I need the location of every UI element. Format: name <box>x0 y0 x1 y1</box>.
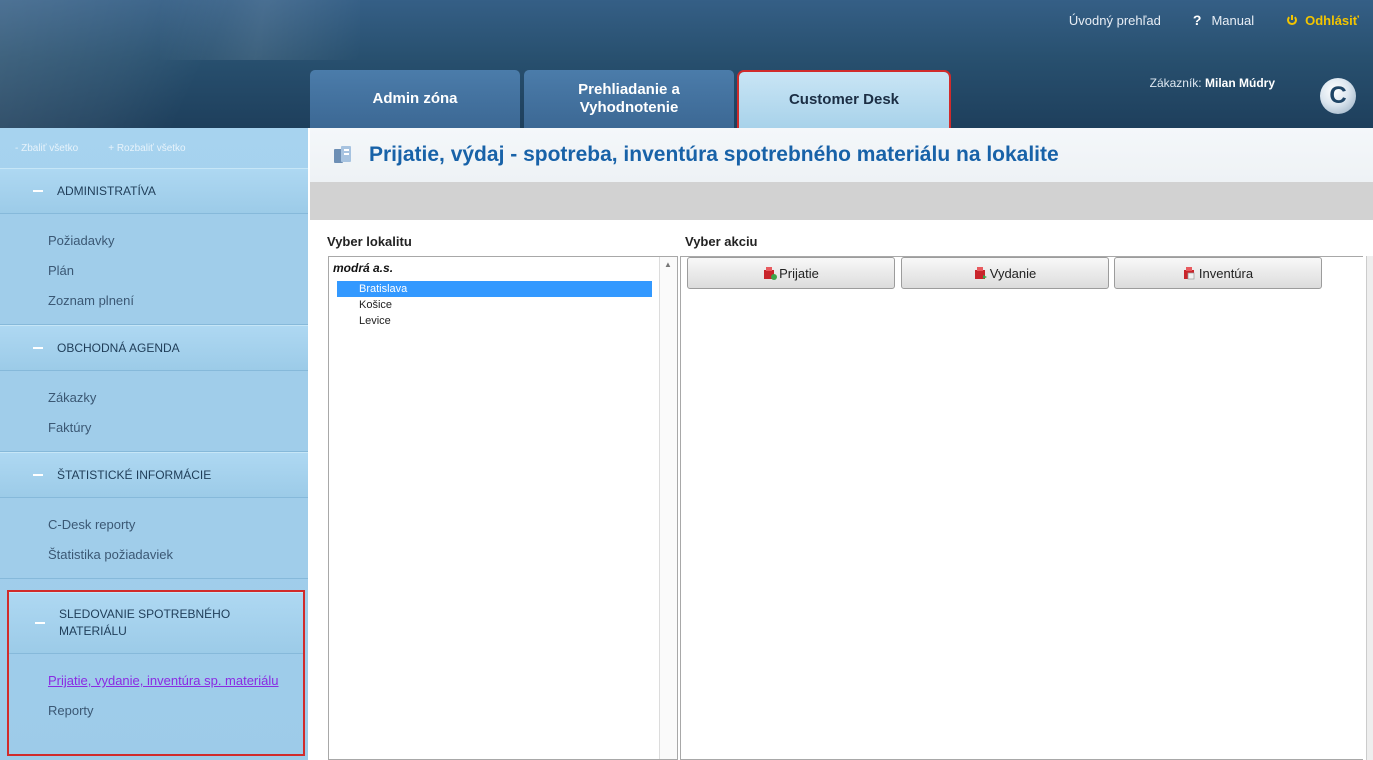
location-tree[interactable]: modrá a.s. Bratislava Košice Levice ▲ <box>328 256 678 760</box>
sidebar: - Zbaliť všetko + Rozbaliť všetko ADMINI… <box>0 128 308 760</box>
vydanie-label: Vydanie <box>989 265 1037 281</box>
header: Úvodný prehľad ? Manual Odhlásiť Admin z… <box>0 0 1373 128</box>
scroll-up-icon[interactable]: ▲ <box>664 260 672 269</box>
manual-label: Manual <box>1211 12 1255 28</box>
sidebar-item-statistika-poziadaviek[interactable]: Štatistika požiadaviek <box>48 540 308 570</box>
sidebar-group-title-2: MATERIÁLU <box>59 624 127 638</box>
customer-prefix: Zákazník: <box>1149 76 1202 90</box>
tab-prehliadanie[interactable]: Prehliadanie a Vyhodnotenie <box>524 70 734 128</box>
customer-info: Zákazník: Milan Múdry <box>1150 76 1275 90</box>
inventory-icon <box>1183 266 1197 280</box>
sidebar-item-zakazky[interactable]: Zákazky <box>48 383 308 413</box>
tree-node-levice[interactable]: Levice <box>337 313 652 329</box>
tree-node-kosice[interactable]: Košice <box>337 297 652 313</box>
tree-node-bratislava[interactable]: Bratislava <box>337 281 652 297</box>
sidebar-item-faktury[interactable]: Faktúry <box>48 413 308 443</box>
sidebar-item-reporty[interactable]: Reporty <box>48 696 303 726</box>
expand-all-link[interactable]: + Rozbaliť všetko <box>108 143 185 154</box>
page-icon <box>332 144 354 166</box>
actions-panel: Prijatie Vydanie Inventúra <box>680 256 1363 760</box>
app-logo: C <box>1320 78 1356 114</box>
sidebar-group-obchodna-agenda[interactable]: OBCHODNÁ AGENDA <box>0 325 308 371</box>
title-bar: Prijatie, výdaj - spotreba, inventúra sp… <box>310 128 1373 182</box>
collapse-dash-icon <box>33 347 43 349</box>
logout-label: Odhlásiť <box>1305 12 1359 28</box>
logout-link[interactable]: Odhlásiť <box>1286 13 1359 28</box>
collapse-dash-icon <box>33 474 43 476</box>
inventura-button[interactable]: Inventúra <box>1114 257 1322 289</box>
sidebar-toggles: - Zbaliť všetko + Rozbaliť všetko <box>0 128 308 168</box>
collapse-all-link[interactable]: - Zbaliť všetko <box>15 143 78 154</box>
sidebar-group-items: Požiadavky Plán Zoznam plnení <box>0 214 308 325</box>
sidebar-item-poziadavky[interactable]: Požiadavky <box>48 226 308 256</box>
sidebar-item-plan[interactable]: Plán <box>48 256 308 286</box>
tab-prehliadanie-label-2: Vyhodnotenie <box>579 99 679 116</box>
vydanie-button[interactable]: Vydanie <box>901 257 1109 289</box>
prijatie-button[interactable]: Prijatie <box>687 257 895 289</box>
header-decoration-2 <box>160 0 360 60</box>
inventura-label: Inventúra <box>1198 265 1254 281</box>
manual-link[interactable]: ? Manual <box>1193 12 1254 28</box>
sidebar-group-sledovanie-highlight: SLEDOVANIE SPOTREBNÉHO MATERIÁLU Prijati… <box>7 590 305 756</box>
tab-admin-zona[interactable]: Admin zóna <box>310 70 520 128</box>
question-icon: ? <box>1192 12 1202 28</box>
tree-org-node[interactable]: modrá a.s. <box>333 261 393 275</box>
tab-prehliadanie-label-1: Prehliadanie a <box>578 81 680 98</box>
sidebar-group-administrativa[interactable]: ADMINISTRATÍVA <box>0 168 308 214</box>
tab-customer-desk[interactable]: Customer Desk <box>739 72 949 128</box>
action-label: Vyber akciu <box>685 234 758 249</box>
sidebar-group-items: Prijatie, vydanie, inventúra sp. materiá… <box>9 654 303 734</box>
sidebar-group-sledovanie[interactable]: SLEDOVANIE SPOTREBNÉHO MATERIÁLU <box>9 592 303 654</box>
sidebar-group-statisticke-informacie[interactable]: ŠTATISTICKÉ INFORMÁCIE <box>0 452 308 498</box>
sidebar-item-cdesk-reporty[interactable]: C-Desk reporty <box>48 510 308 540</box>
sidebar-group-title: ADMINISTRATÍVA <box>57 184 156 198</box>
power-icon <box>1286 14 1298 26</box>
main-content: Prijatie, výdaj - spotreba, inventúra sp… <box>310 128 1373 760</box>
receive-icon <box>763 266 778 280</box>
overview-link[interactable]: Úvodný prehľad <box>1069 13 1161 28</box>
sidebar-item-zoznam-plneni[interactable]: Zoznam plnení <box>48 286 308 316</box>
prijatie-label: Prijatie <box>779 265 819 281</box>
tab-customer-label: Customer Desk <box>788 91 900 108</box>
sidebar-group-title: OBCHODNÁ AGENDA <box>57 341 180 355</box>
toolbar-strip <box>310 182 1373 220</box>
tree-scrollbar[interactable]: ▲ <box>659 257 677 759</box>
sidebar-group-items: C-Desk reporty Štatistika požiadaviek <box>0 498 308 579</box>
collapse-dash-icon <box>33 190 43 192</box>
sidebar-group-items: Zákazky Faktúry <box>0 371 308 452</box>
sidebar-group-title: ŠTATISTICKÉ INFORMÁCIE <box>57 468 212 482</box>
sidebar-item-prijatie-vydanie-inventura[interactable]: Prijatie, vydanie, inventúra sp. materiá… <box>48 666 303 696</box>
location-label: Vyber lokalitu <box>327 234 412 249</box>
page-scrollbar[interactable] <box>1366 256 1373 760</box>
tab-admin-label: Admin zóna <box>372 90 458 107</box>
page-title: Prijatie, výdaj - spotreba, inventúra sp… <box>369 143 1059 166</box>
collapse-dash-icon <box>35 622 45 624</box>
issue-icon <box>974 266 988 280</box>
sidebar-group-title-1: SLEDOVANIE SPOTREBNÉHO <box>59 607 231 621</box>
logo-letter: C <box>1329 82 1347 109</box>
customer-name: Milan Múdry <box>1204 76 1275 90</box>
top-links: Úvodný prehľad ? Manual Odhlásiť <box>373 0 1373 40</box>
